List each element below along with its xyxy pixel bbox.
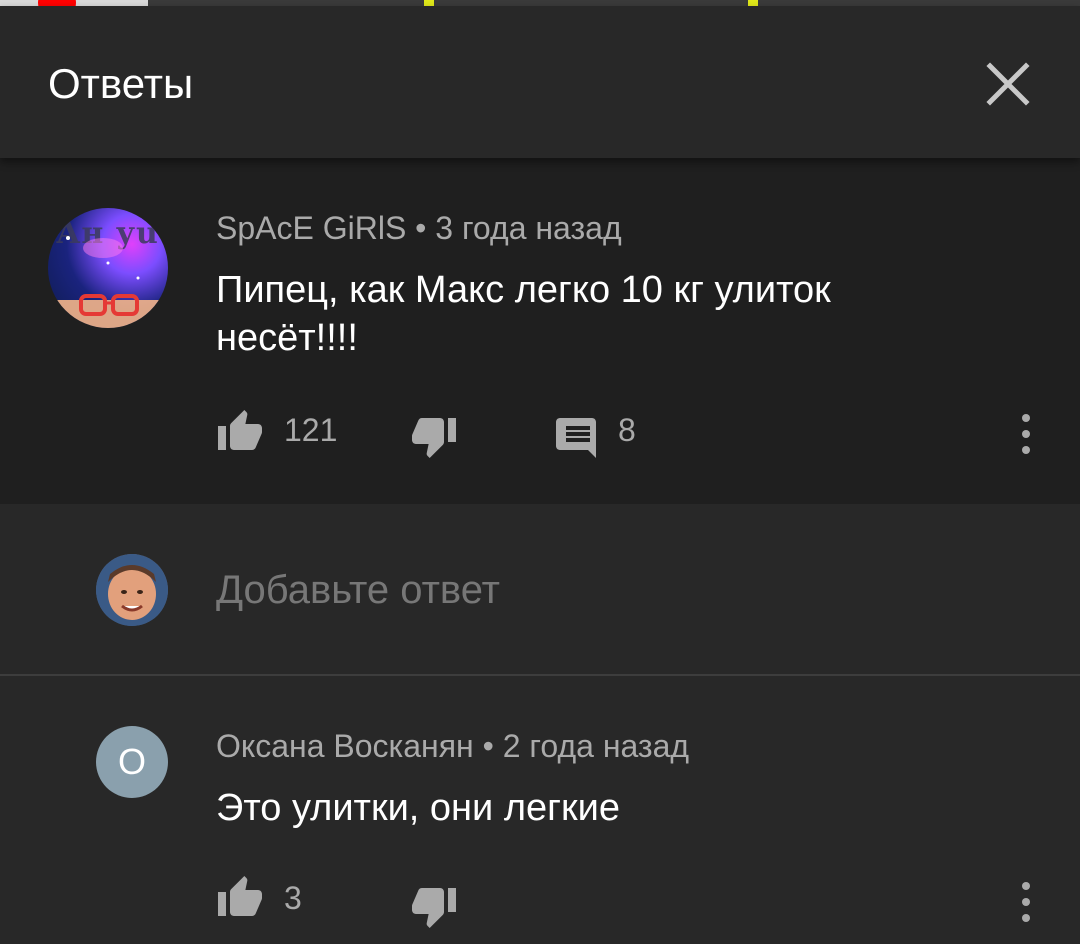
- like-count: 121: [284, 412, 338, 448]
- comment-time: 2 года назад: [502, 728, 690, 764]
- like-button[interactable]: [216, 874, 264, 923]
- more-vert-icon: [1022, 882, 1030, 922]
- comment-text: Пипец, как Макс легко 10 кг улиток несёт…: [216, 269, 831, 359]
- page-title: Ответы: [48, 60, 194, 107]
- dislike-button[interactable]: [410, 886, 458, 935]
- avatar[interactable]: О: [96, 726, 168, 798]
- thumb-down-icon: [412, 888, 456, 928]
- meta-separator: •: [482, 728, 503, 764]
- close-button[interactable]: [978, 54, 1038, 114]
- avatar[interactable]: Ан уu: [48, 208, 168, 328]
- user-photo: [96, 554, 168, 626]
- reply-icon: [556, 418, 596, 458]
- like-count: 3: [284, 880, 302, 916]
- more-button[interactable]: [1014, 412, 1038, 461]
- thumb-up-icon: [218, 410, 262, 450]
- like-button[interactable]: [216, 408, 264, 457]
- comment-meta: SpAcE GiRlS • 3 года назад: [216, 210, 622, 247]
- reply-button[interactable]: [556, 418, 600, 465]
- glasses-image: [48, 236, 168, 328]
- comment-author[interactable]: SpAcE GiRlS: [216, 210, 406, 246]
- reply-count: 8: [618, 412, 636, 448]
- comment-time: 3 года назад: [435, 210, 622, 246]
- dislike-button[interactable]: [410, 416, 458, 465]
- more-vert-icon: [1022, 414, 1030, 454]
- meta-separator: •: [415, 210, 436, 246]
- close-icon: [986, 62, 1030, 106]
- comment-author[interactable]: Оксана Восканян: [216, 728, 474, 764]
- more-button[interactable]: [1014, 880, 1038, 929]
- replies-header: Ответы: [0, 6, 1080, 158]
- comment-meta: Оксана Восканян • 2 года назад: [216, 728, 689, 765]
- parent-comment: Ан уu SpAcE GiRlS • 3 года назад Пипец, …: [0, 158, 1080, 504]
- divider: [0, 674, 1080, 676]
- thumb-down-icon: [412, 418, 456, 458]
- add-reply-input[interactable]: Добавьте ответ: [216, 568, 1036, 618]
- comment-text: Это улитки, они легкие: [216, 787, 620, 829]
- thumb-up-icon: [218, 876, 262, 916]
- user-avatar: [96, 554, 168, 626]
